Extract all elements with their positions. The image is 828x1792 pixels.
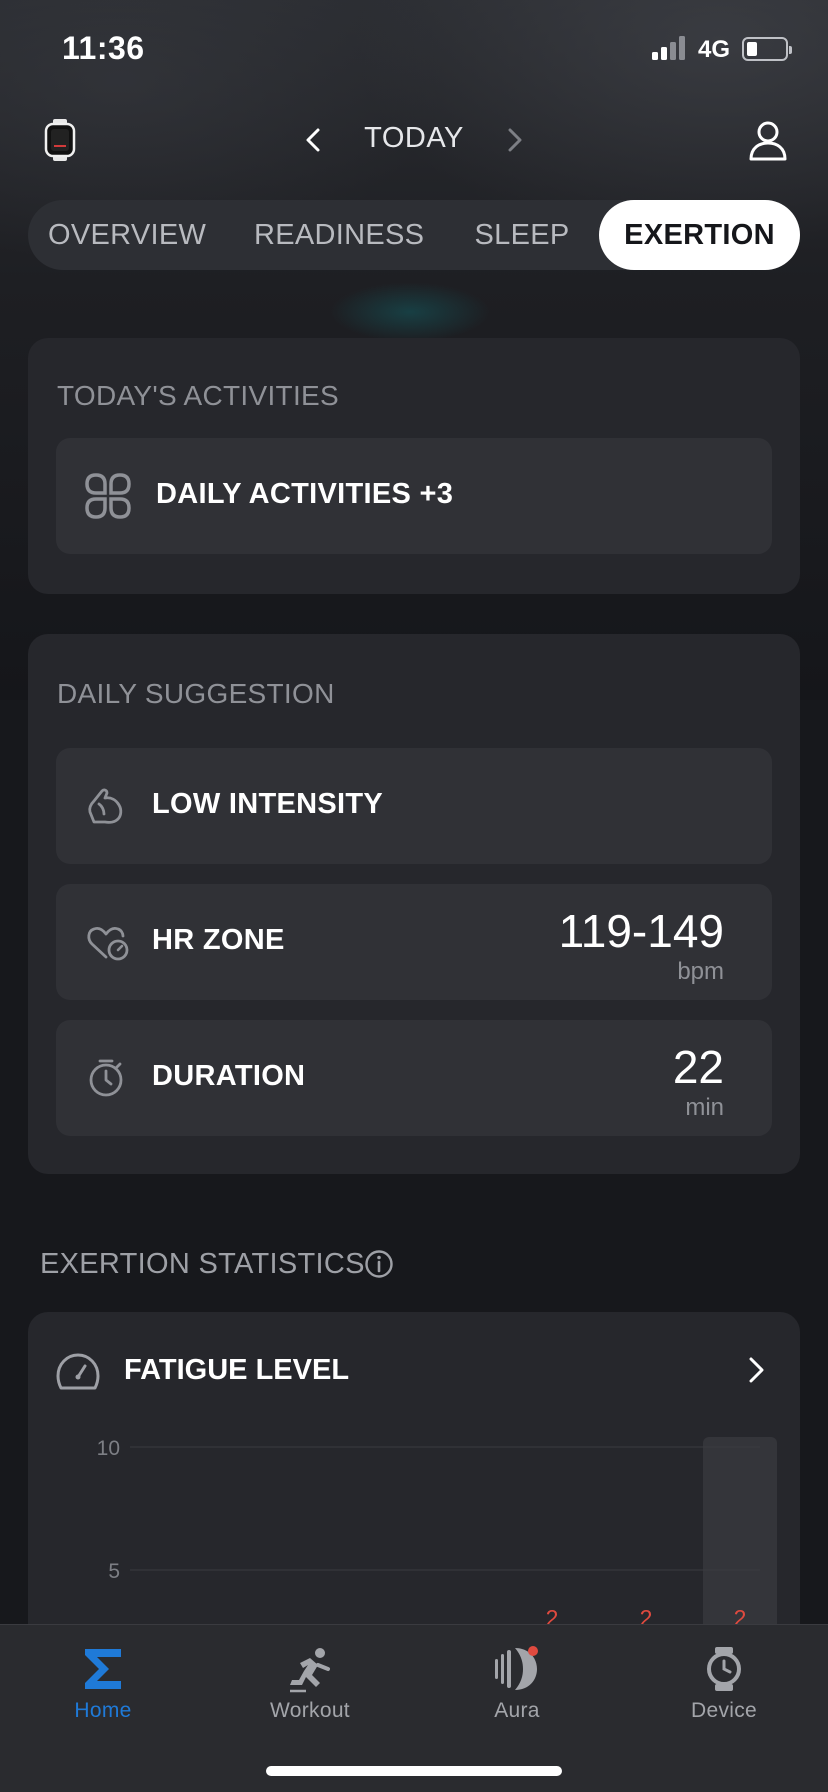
- battery-icon: [742, 37, 792, 61]
- chart-y-tick-label: 5: [108, 1560, 120, 1583]
- fatigue-chart: 1052 2 2: [97, 1437, 777, 1652]
- daily-activities-label: DAILY ACTIVITIES +3: [156, 478, 454, 510]
- nav-home-label: Home: [74, 1699, 132, 1722]
- duration-label: DURATION: [152, 1060, 306, 1092]
- network-type: 4G: [698, 36, 731, 63]
- tab-readiness[interactable]: READINESS: [254, 200, 424, 270]
- daily-activities-row[interactable]: DAILY ACTIVITIES +3: [56, 438, 772, 554]
- watch-icon: [707, 1647, 741, 1691]
- tab-overview[interactable]: OVERVIEW: [48, 200, 206, 270]
- todays-activities-title: TODAY'S ACTIVITIES: [57, 380, 339, 411]
- status-bar: 11:36 4G: [0, 0, 828, 100]
- nav-workout-label: Workout: [270, 1699, 350, 1722]
- aura-notification-badge: [528, 1646, 538, 1656]
- tab-sleep[interactable]: SLEEP: [474, 200, 570, 270]
- watch-device-icon[interactable]: [44, 118, 76, 162]
- chevron-left-icon: [306, 128, 320, 152]
- sigma-icon: [85, 1649, 121, 1689]
- duration-unit: min: [685, 1094, 724, 1121]
- hr-zone-value: 119-149: [558, 905, 724, 957]
- previous-day-button[interactable]: [296, 122, 332, 158]
- intensity-row[interactable]: LOW INTENSITY: [56, 748, 772, 864]
- duration-row[interactable]: DURATION 22 min: [56, 1020, 772, 1136]
- status-time: 11:36: [62, 30, 145, 66]
- chevron-right-icon: [508, 128, 522, 152]
- background-glow: [330, 282, 490, 342]
- intensity-label: LOW INTENSITY: [152, 788, 384, 820]
- nav-device[interactable]: Device: [649, 1639, 799, 1749]
- chart-y-tick-label: 10: [97, 1437, 120, 1460]
- home-indicator: [266, 1766, 562, 1776]
- daily-suggestion-title: DAILY SUGGESTION: [57, 678, 335, 709]
- exertion-statistics-heading: EXERTION STATISTICS: [40, 1248, 365, 1280]
- fatigue-level-card[interactable]: FATIGUE LEVEL 10 5 2 2 2: [28, 1312, 800, 1652]
- nav-home[interactable]: Home: [28, 1639, 178, 1749]
- hr-zone-row[interactable]: HR ZONE 119-149 bpm: [56, 884, 772, 1000]
- signal-strength-icon: [652, 36, 685, 60]
- duration-value: 22: [672, 1041, 724, 1093]
- nav-aura-label: Aura: [494, 1699, 540, 1722]
- stopwatch-icon: [86, 1058, 126, 1098]
- tab-exertion[interactable]: EXERTION: [599, 200, 800, 270]
- nav-aura[interactable]: Aura: [442, 1639, 592, 1749]
- date-title: TODAY: [364, 122, 464, 154]
- section-tabs: OVERVIEW READINESS SLEEP EXERTION: [28, 200, 800, 270]
- daily-suggestion-card: DAILY SUGGESTION LOW INTENSITY HR ZONE 1…: [28, 634, 800, 1174]
- nav-device-label: Device: [691, 1699, 757, 1722]
- grid-icon: [82, 470, 134, 522]
- arm-muscle-icon: [86, 786, 126, 826]
- hr-zone-label: HR ZONE: [152, 924, 285, 956]
- profile-icon[interactable]: [746, 118, 790, 162]
- nav-workout[interactable]: Workout: [235, 1639, 385, 1749]
- aura-waves-icon: [495, 1646, 538, 1690]
- info-icon[interactable]: [364, 1249, 394, 1279]
- todays-activities-card: TODAY'S ACTIVITIES DAILY ACTIVITIES +3: [28, 338, 800, 594]
- heart-gauge-icon: [86, 922, 129, 962]
- next-day-button[interactable]: [496, 122, 532, 158]
- hr-zone-unit: bpm: [677, 958, 724, 985]
- runner-icon: [290, 1648, 330, 1693]
